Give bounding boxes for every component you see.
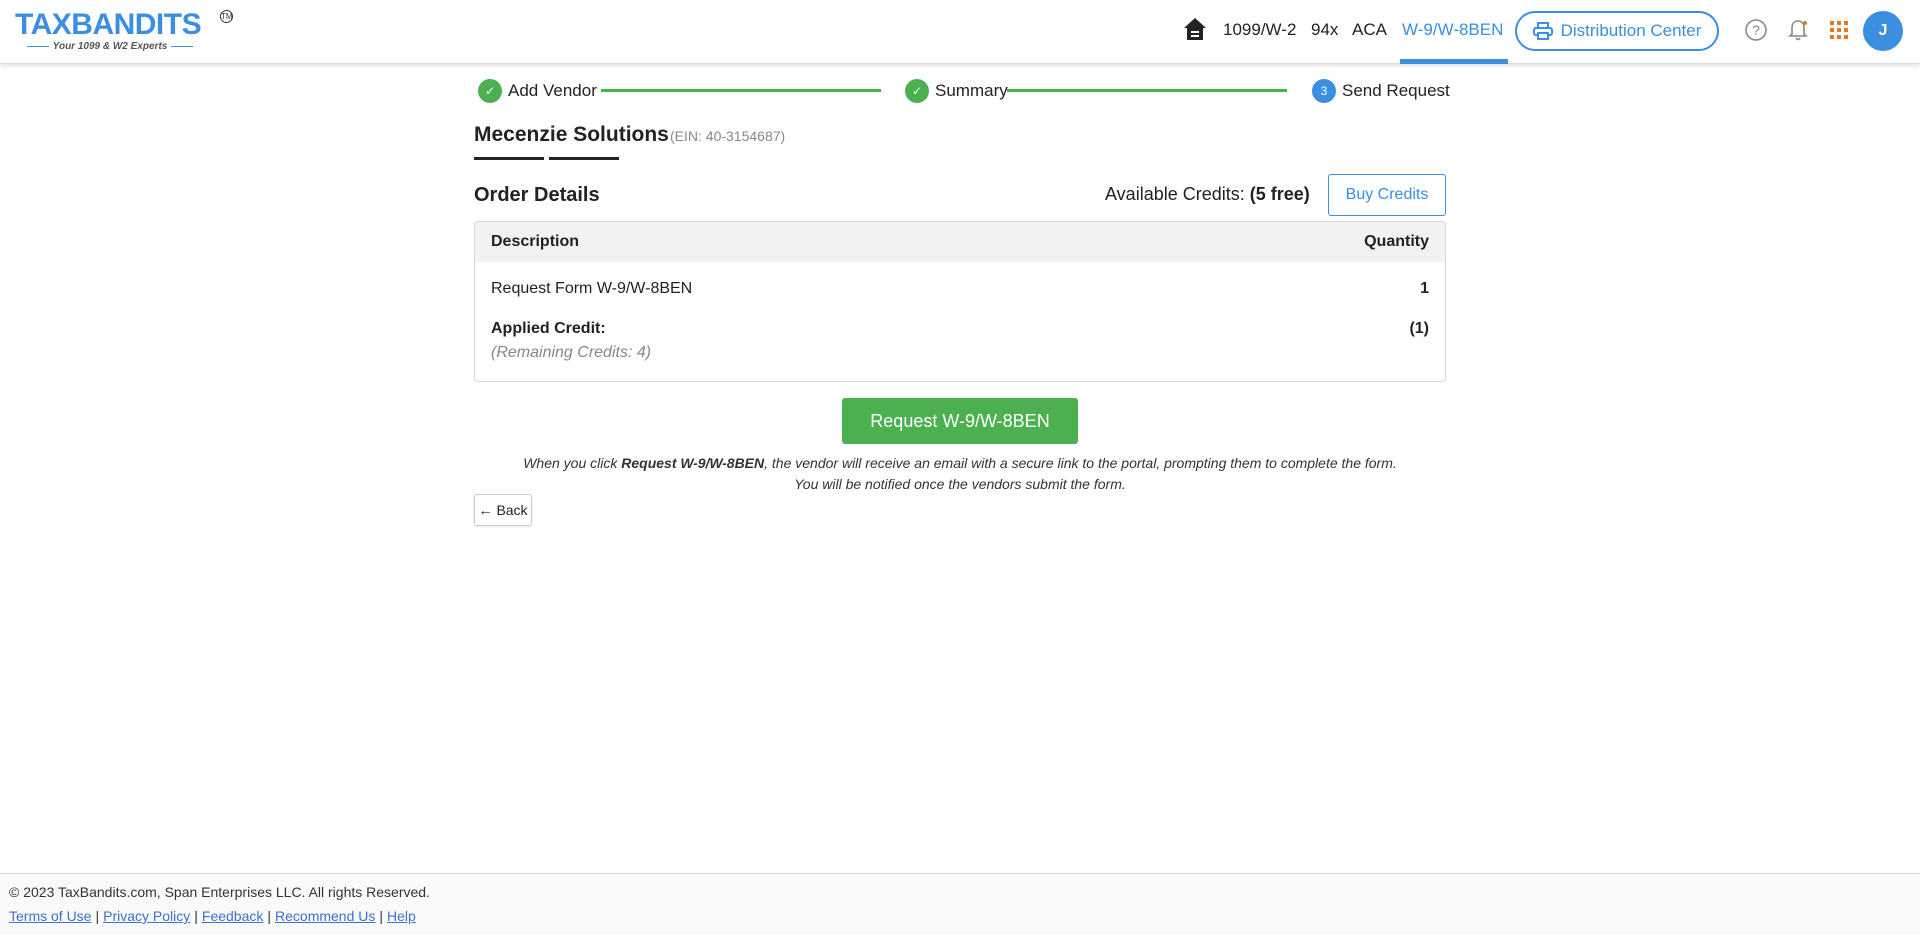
step-number: 3 xyxy=(1312,79,1336,103)
step-label: Send Request xyxy=(1342,81,1450,100)
step-label: Summary xyxy=(935,81,1008,100)
applied-credit-quantity: (1) xyxy=(1409,320,1429,337)
step-add-vendor: ✓ Add Vendor xyxy=(478,78,597,104)
help-link[interactable]: Help xyxy=(387,908,416,924)
logo-text: TAXBANDITS xyxy=(15,8,202,41)
note-prefix: When you click xyxy=(523,455,622,471)
distribution-center-label: Distribution Center xyxy=(1560,21,1702,40)
printer-icon xyxy=(1532,22,1553,40)
column-header-quantity: Quantity xyxy=(1364,233,1429,250)
column-header-description: Description xyxy=(491,233,580,250)
nav-1099-w2[interactable]: 1099/W-2 xyxy=(1223,20,1296,40)
row-quantity: 1 xyxy=(1420,280,1429,297)
check-icon: ✓ xyxy=(905,79,929,103)
vendor-name: Mecenzie Solutions xyxy=(474,123,669,146)
order-details-title: Order Details xyxy=(474,184,600,206)
step-send-request: 3 Send Request xyxy=(1312,78,1450,104)
check-icon: ✓ xyxy=(478,79,502,103)
page-footer: © 2023 TaxBandits.com, Span Enterprises … xyxy=(0,873,1920,935)
logo-tagline: Your 1099 & W2 Experts xyxy=(15,41,205,52)
distribution-center-button[interactable]: Distribution Center xyxy=(1515,11,1719,51)
vendor-ein: (EIN: 40-3154687) xyxy=(670,128,786,144)
user-avatar[interactable]: J xyxy=(1863,11,1903,51)
step-summary: ✓ Summary xyxy=(905,78,1008,104)
feedback-link[interactable]: Feedback xyxy=(202,908,263,924)
note-line2: You will be notified once the vendors su… xyxy=(794,476,1126,492)
buy-credits-button[interactable]: Buy Credits xyxy=(1328,174,1446,216)
notification-bell-icon[interactable] xyxy=(1786,18,1810,42)
vendor-underline xyxy=(549,157,619,160)
copyright-text: © 2023 TaxBandits.com, Span Enterprises … xyxy=(9,884,430,900)
order-table: Description Quantity Request Form W-9/W-… xyxy=(474,221,1446,382)
nav-w9-w8ben[interactable]: W-9/W-8BEN xyxy=(1402,20,1503,40)
home-icon[interactable] xyxy=(1182,16,1208,42)
step-connector xyxy=(601,89,881,92)
logo-trademark: TM xyxy=(220,10,233,23)
applied-credit-label: Applied Credit: xyxy=(491,320,606,337)
svg-text:?: ? xyxy=(1752,22,1760,38)
available-credits: Available Credits: (5 free) xyxy=(1105,184,1310,205)
nav-94x[interactable]: 94x xyxy=(1311,20,1338,40)
active-nav-indicator xyxy=(1400,59,1508,64)
help-icon[interactable]: ? xyxy=(1744,18,1768,42)
apps-grid-icon[interactable] xyxy=(1827,18,1851,42)
footer-links: Terms of Use | Privacy Policy | Feedback | Rec… xyxy=(9,908,416,924)
step-connector xyxy=(1007,89,1287,92)
terms-of-use-link[interactable]: Terms of Use xyxy=(9,908,91,924)
credits-label: Available Credits: xyxy=(1105,184,1245,204)
row-description: Request Form W-9/W-8BEN xyxy=(491,280,693,297)
top-header: TAXBANDITS Your 1099 & W2 Experts TM 109… xyxy=(0,0,1920,64)
nav-aca[interactable]: ACA xyxy=(1352,20,1387,40)
step-label: Add Vendor xyxy=(508,81,597,100)
remaining-credits-note: (Remaining Credits: 4) xyxy=(491,344,652,361)
credits-value: (5 free) xyxy=(1249,184,1310,204)
request-info-note: When you click Request W-9/W-8BEN, the v… xyxy=(474,453,1446,495)
table-header: Description Quantity xyxy=(475,222,1445,262)
privacy-policy-link[interactable]: Privacy Policy xyxy=(103,908,190,924)
request-w9-button[interactable]: Request W-9/W-8BEN xyxy=(842,398,1078,444)
taxbandits-logo[interactable]: TAXBANDITS Your 1099 & W2 Experts TM xyxy=(15,8,233,56)
note-bold: Request W-9/W-8BEN xyxy=(621,455,765,471)
back-button[interactable]: ← Back xyxy=(474,494,532,526)
arrow-left-icon: ← xyxy=(478,502,493,518)
recommend-us-link[interactable]: Recommend Us xyxy=(275,908,375,924)
vendor-underline xyxy=(474,157,544,160)
back-label: Back xyxy=(496,502,528,518)
note-suffix: , the vendor will receive an email with … xyxy=(764,455,1397,471)
